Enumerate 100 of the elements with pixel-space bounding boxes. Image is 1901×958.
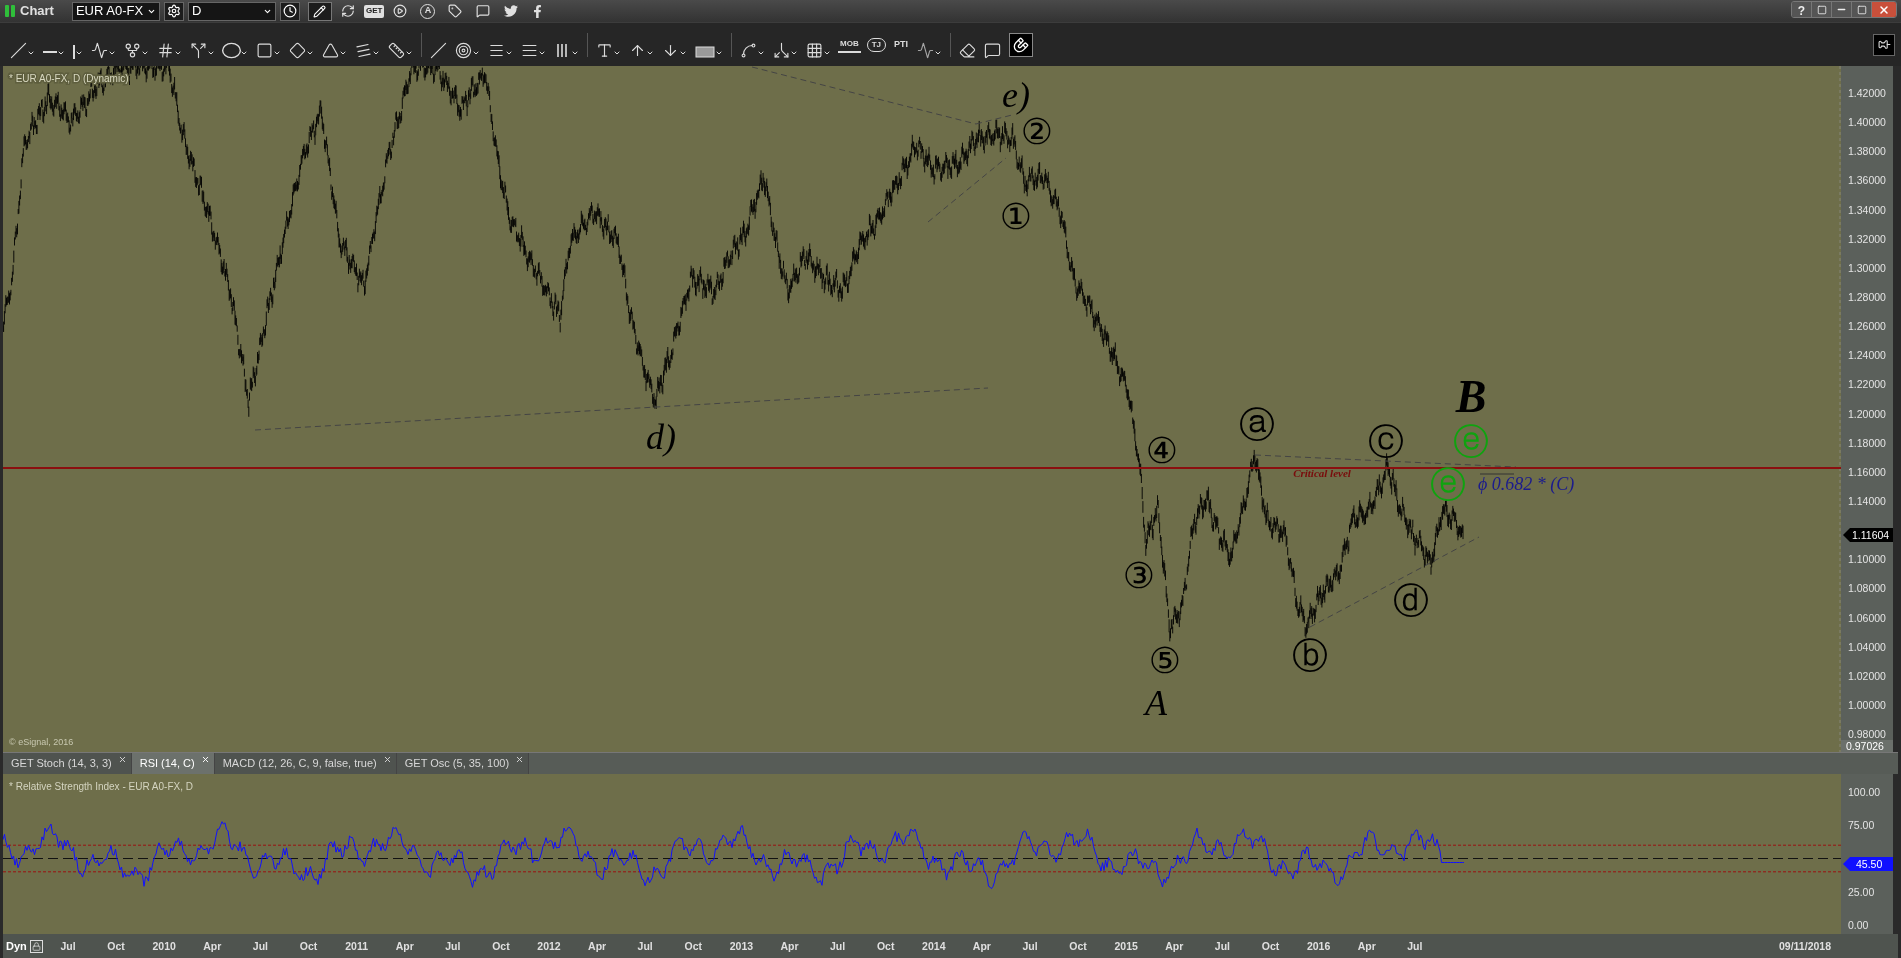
axis-date-label: 09/11/2018: [1778, 940, 1831, 952]
minimize-button[interactable]: [1832, 2, 1852, 17]
rectangle-icon: [256, 41, 273, 59]
time-tick-label: Jul: [445, 940, 461, 952]
price-tick-label: 1.38000: [1848, 145, 1886, 158]
price-tick-label: 1.18000: [1848, 436, 1886, 449]
price-tick-label: 1.34000: [1848, 203, 1886, 216]
lock-icon: [31, 941, 41, 951]
interval-dropdown[interactable]: D: [187, 1, 276, 21]
indicator-tab[interactable]: RSI (14, C): [131, 753, 215, 774]
time-tick-label: Jul: [829, 940, 845, 952]
time-tick-label: Apr: [587, 940, 606, 952]
concentric-circles-icon: [455, 41, 472, 59]
horizontal-line-icon: [43, 50, 57, 53]
circled-wave-label: ⓓ: [1393, 579, 1429, 621]
pti-tool[interactable]: PTI: [892, 36, 911, 53]
rsi-tick-label: 25.00: [1848, 885, 1875, 898]
maximize-icon: [1856, 4, 1867, 15]
price-tick-label: 1.32000: [1848, 232, 1886, 245]
close-tab-icon: [117, 755, 127, 764]
circled-wave-label: ⓔ: [1430, 463, 1466, 505]
indicator-tab[interactable]: GET Stoch (14, 3, 3): [3, 753, 132, 774]
time-tick-label: Jul: [1214, 940, 1230, 952]
close-tab-icon: [200, 755, 210, 764]
time-tick-label: 2014: [921, 940, 946, 952]
get-button[interactable]: GET: [363, 4, 385, 18]
last-price-badge: 1.11604: [1843, 528, 1893, 542]
play-icon: [393, 4, 408, 18]
price-tick-label: 1.24000: [1848, 349, 1886, 362]
interval-clock-button[interactable]: [279, 1, 300, 21]
refresh-icon: [340, 4, 355, 18]
window-title: Chart: [20, 2, 54, 21]
critical-level-label: Critical level: [1293, 467, 1351, 479]
price-tick-label: 1.40000: [1848, 116, 1886, 129]
lock-button[interactable]: [29, 939, 43, 953]
rsi-tick-label: 100.00: [1848, 786, 1881, 798]
grid-icon: [806, 41, 823, 59]
time-tick-label: Apr: [1357, 940, 1376, 952]
mob-tool[interactable]: MOB: [838, 36, 861, 53]
pin-button[interactable]: [1873, 33, 1895, 56]
price-tick-label: 1.06000: [1848, 611, 1886, 624]
symbol-settings-button[interactable]: [163, 1, 184, 21]
chart-app-icon: [4, 4, 16, 18]
time-tick-label: Jul: [252, 940, 268, 952]
window-menu-icon: [1816, 4, 1827, 15]
price-tick-label: 1.22000: [1848, 378, 1886, 391]
help-button[interactable]: ?: [1792, 2, 1812, 17]
wave-degree-label: e): [1002, 75, 1030, 115]
price-tick-label: 1.28000: [1848, 291, 1886, 303]
line-icon: [10, 41, 27, 59]
symbol-dropdown[interactable]: EUR A0-FX: [71, 1, 160, 21]
circled-wave-label: ⓔ: [1453, 420, 1489, 462]
time-tick-label: Apr: [780, 940, 799, 952]
price-tick-label: 1.02000: [1848, 669, 1886, 682]
time-tick-label: 2011: [345, 940, 368, 952]
magnet-button[interactable]: [1009, 32, 1034, 57]
time-tick-label: 2013: [729, 940, 753, 952]
circled-wave-label: ⑤: [1148, 639, 1182, 681]
price-tick-label: 1.26000: [1848, 320, 1886, 333]
draw-button[interactable]: [307, 1, 332, 21]
bird-icon: [504, 4, 519, 18]
price-tick-label: 1.36000: [1848, 174, 1886, 187]
price-tick-label: 1.20000: [1848, 407, 1886, 420]
wave-degree-label: d): [646, 417, 676, 457]
vertical-line-icon: [73, 44, 75, 59]
close-button[interactable]: [1872, 2, 1896, 17]
circled-wave-label: ①: [999, 195, 1033, 237]
indicator-tab[interactable]: GET Osc (5, 35, 100): [396, 753, 530, 774]
circled-wave-label: ④: [1145, 429, 1179, 471]
wave-degree-label: A: [1145, 683, 1167, 723]
text-icon: [596, 41, 613, 59]
speech-bubble-icon: [476, 4, 491, 18]
indicator-tab[interactable]: MACD (12, 26, C, 9, false, true): [214, 753, 397, 774]
window-menu-button[interactable]: [1812, 2, 1832, 17]
diamond-icon: [289, 41, 306, 59]
time-tick-label: Apr: [395, 940, 414, 952]
rsi-tick-label: 75.00: [1848, 819, 1875, 832]
time-tick-label: Jul: [637, 940, 653, 952]
arrow-fan-icon: [773, 41, 790, 59]
price-tick-label: 1.42000: [1848, 87, 1886, 99]
rsi-tick-label: 0.00: [1848, 919, 1869, 931]
axis-mode-label: Dyn: [6, 938, 27, 954]
time-tick-label: 2015: [1114, 940, 1138, 952]
maximize-button[interactable]: [1852, 2, 1872, 17]
time-tick-label: Jul: [1407, 940, 1423, 952]
time-tick-label: Oct: [107, 940, 125, 952]
rsi-value-badge: 45.50: [1843, 857, 1893, 871]
price-tick-label: 1.14000: [1848, 494, 1886, 507]
ruler-icon: [388, 41, 405, 59]
close-tab-icon: [382, 755, 392, 764]
pin-icon: [1877, 38, 1891, 51]
triangle-icon: [322, 41, 339, 59]
wave-degree-label: B: [1455, 370, 1487, 422]
close-icon: [1878, 3, 1890, 16]
circled-wave-label: ⓑ: [1292, 634, 1328, 676]
time-tick-label: Oct: [876, 940, 895, 952]
time-tick-label: Jul: [1022, 940, 1038, 952]
price-tick-label: 1.00000: [1848, 698, 1886, 711]
price-tick-label: 0.98000: [1848, 728, 1886, 741]
circled-wave-label: ⓐ: [1239, 403, 1275, 445]
